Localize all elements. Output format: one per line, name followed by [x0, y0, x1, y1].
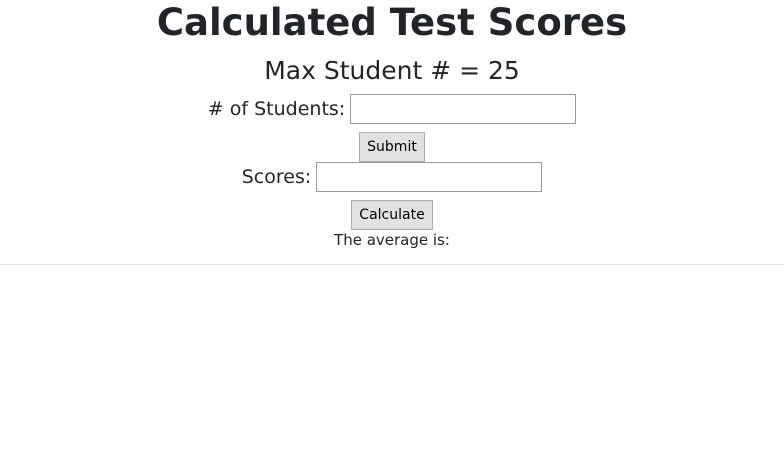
students-label: # of Students:	[207, 98, 346, 120]
max-students-heading: Max Student # = 25	[264, 56, 520, 85]
calculate-button[interactable]: Calculate	[351, 200, 433, 230]
average-result: The average is:	[334, 231, 450, 249]
students-input[interactable]	[350, 94, 577, 124]
scores-label: Scores:	[241, 166, 312, 188]
submit-row: Submit	[0, 132, 784, 162]
submit-button[interactable]: Submit	[359, 132, 425, 162]
scores-row: Scores:	[0, 162, 784, 192]
page: Calculated Test Scores Max Student # = 2…	[0, 0, 784, 463]
scores-input[interactable]	[316, 162, 543, 192]
students-row: # of Students:	[0, 94, 784, 124]
page-title: Calculated Test Scores	[156, 1, 628, 44]
main-panel: Calculated Test Scores Max Student # = 2…	[0, 0, 784, 265]
calculate-row: Calculate	[0, 200, 784, 230]
